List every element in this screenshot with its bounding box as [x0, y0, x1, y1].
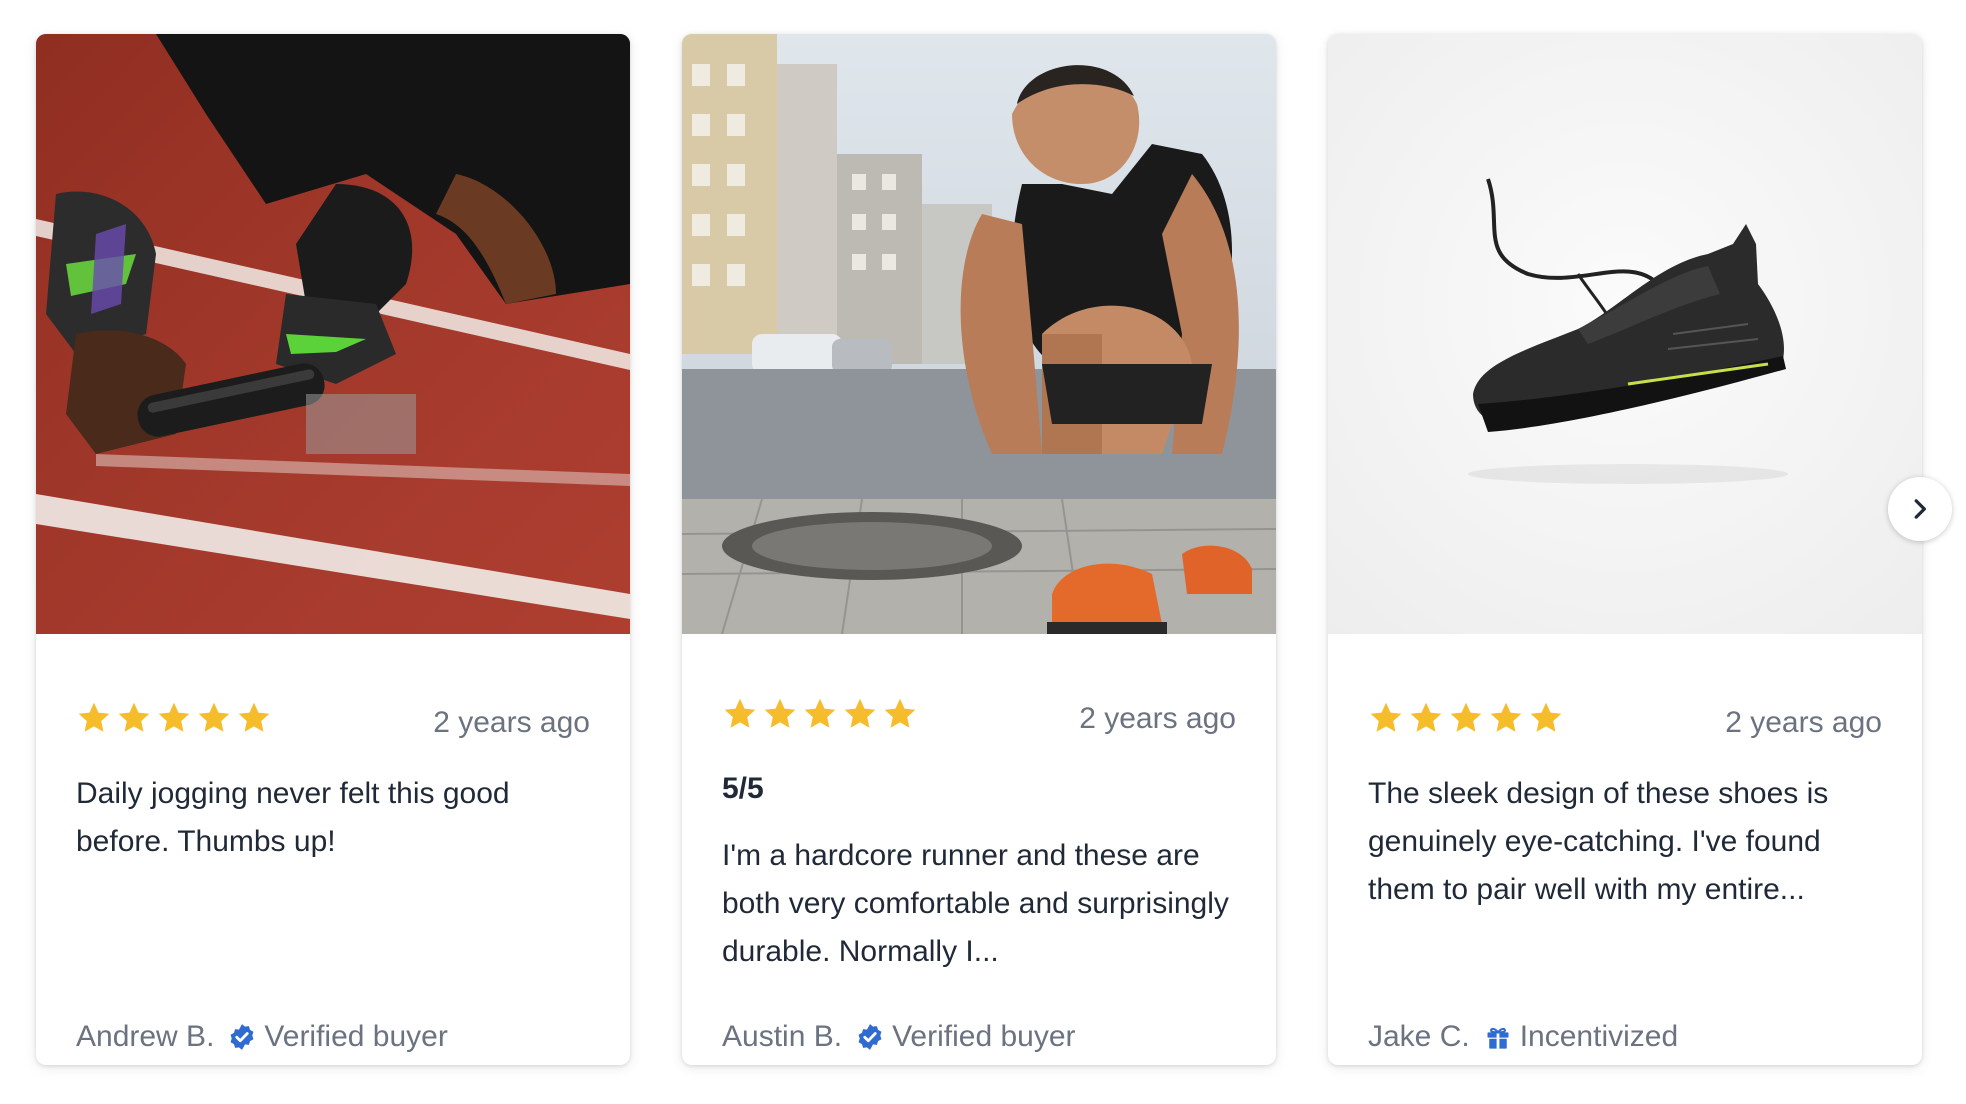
- review-author: Andrew B. Verified buyer: [76, 1020, 448, 1054]
- star-icon: [882, 696, 918, 732]
- star-icon: [1488, 700, 1524, 736]
- review-text[interactable]: The sleek design of these shoes is genui…: [1368, 770, 1882, 914]
- review-author: Jake C. Incentivized: [1368, 1020, 1678, 1054]
- star-icon: [76, 700, 112, 736]
- star-icon: [1408, 700, 1444, 736]
- chevron-right-icon: [1907, 496, 1933, 522]
- star-icon: [722, 696, 758, 732]
- review-title: 5/5: [722, 772, 764, 805]
- star-icon: [842, 696, 878, 732]
- review-photo[interactable]: [682, 34, 1276, 634]
- verified-check-icon: [856, 1023, 884, 1051]
- author-name: Jake C.: [1368, 1020, 1470, 1053]
- star-rating: [722, 696, 918, 732]
- review-card[interactable]: 2 years ago The sleek design of these sh…: [1328, 34, 1922, 1065]
- star-icon: [762, 696, 798, 732]
- review-card[interactable]: 2 years ago 5/5 I'm a hardcore runner an…: [682, 34, 1276, 1065]
- star-rating: [76, 700, 272, 736]
- star-icon: [236, 700, 272, 736]
- star-icon: [1368, 700, 1404, 736]
- review-photo[interactable]: [1328, 34, 1922, 634]
- star-icon: [1448, 700, 1484, 736]
- star-icon: [802, 696, 838, 732]
- review-card[interactable]: 2 years ago Daily jogging never felt thi…: [36, 34, 630, 1065]
- carousel-next-button[interactable]: [1888, 477, 1952, 541]
- gift-icon: [1484, 1023, 1512, 1051]
- author-name: Austin B.: [722, 1020, 843, 1053]
- review-date: 2 years ago: [433, 706, 590, 739]
- review-body: 2 years ago Daily jogging never felt thi…: [36, 634, 630, 1065]
- reviews-carousel: 2 years ago Daily jogging never felt thi…: [0, 0, 1966, 1104]
- verified-buyer-label: Verified buyer: [892, 1020, 1076, 1053]
- star-rating: [1368, 700, 1564, 736]
- review-photo[interactable]: [36, 34, 630, 634]
- verified-buyer-label: Verified buyer: [264, 1020, 448, 1053]
- star-icon: [156, 700, 192, 736]
- star-icon: [196, 700, 232, 736]
- review-date: 2 years ago: [1725, 706, 1882, 739]
- review-date: 2 years ago: [1079, 702, 1236, 735]
- review-body: 2 years ago 5/5 I'm a hardcore runner an…: [682, 634, 1276, 1065]
- review-text[interactable]: Daily jogging never felt this good befor…: [76, 770, 590, 866]
- star-icon: [116, 700, 152, 736]
- incentivized-label: Incentivized: [1519, 1020, 1679, 1053]
- verified-check-icon: [228, 1023, 256, 1051]
- review-body: 2 years ago The sleek design of these sh…: [1328, 634, 1922, 1065]
- star-icon: [1528, 700, 1564, 736]
- review-text[interactable]: I'm a hardcore runner and these are both…: [722, 832, 1236, 976]
- author-name: Andrew B.: [76, 1020, 215, 1053]
- review-author: Austin B. Verified buyer: [722, 1020, 1076, 1054]
